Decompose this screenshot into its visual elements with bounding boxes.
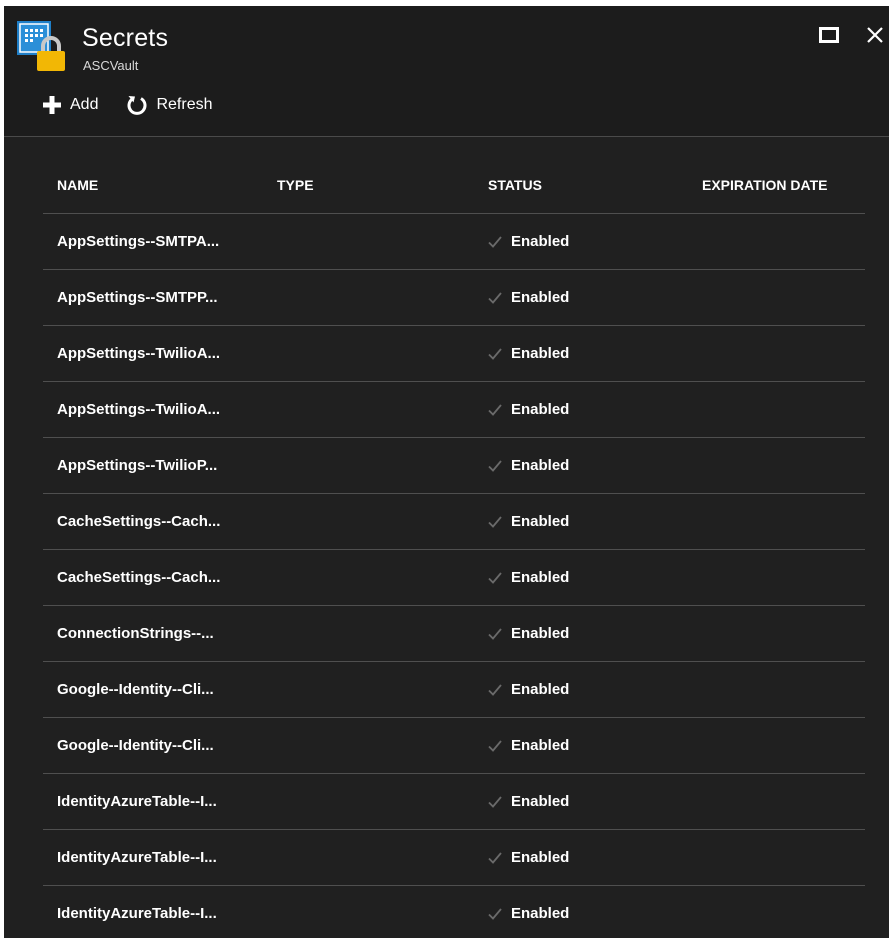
column-header-expiration-date[interactable]: EXPIRATION DATE xyxy=(702,177,865,193)
status-label: Enabled xyxy=(511,681,570,698)
close-button[interactable] xyxy=(862,24,888,50)
status-label: Enabled xyxy=(511,905,570,922)
table-row[interactable]: ConnectionStrings--... Enabled xyxy=(43,606,865,662)
secret-name: AppSettings--TwilioA... xyxy=(57,345,221,362)
secret-name: IdentityAzureTable--I... xyxy=(57,849,217,866)
column-header-type[interactable]: TYPE xyxy=(277,177,488,193)
table-row[interactable]: CacheSettings--Cach... Enabled xyxy=(43,550,865,606)
secret-name: AppSettings--TwilioP... xyxy=(57,457,218,474)
table-body: AppSettings--SMTPA... Enabled AppSettings-… xyxy=(43,214,865,938)
refresh-label: Refresh xyxy=(156,96,213,113)
blade-header: Secrets ASCVault Add Refresh xyxy=(4,6,889,137)
blade-title: Secrets xyxy=(82,24,169,52)
secret-name: ConnectionStrings--... xyxy=(57,625,214,642)
secret-status: Enabled xyxy=(488,625,702,642)
table-row[interactable]: AppSettings--TwilioA... Enabled xyxy=(43,382,865,438)
checkmark-icon xyxy=(488,683,502,696)
maximize-button[interactable] xyxy=(816,24,842,50)
column-header-status[interactable]: STATUS xyxy=(488,177,702,193)
status-label: Enabled xyxy=(511,793,570,810)
blade-subtitle: ASCVault xyxy=(83,58,139,73)
checkmark-icon xyxy=(488,907,502,920)
refresh-icon xyxy=(126,94,148,116)
secret-status: Enabled xyxy=(488,289,702,306)
table-row[interactable]: IdentityAzureTable--I... Enabled xyxy=(43,774,865,830)
status-label: Enabled xyxy=(511,233,570,250)
secret-status: Enabled xyxy=(488,457,702,474)
status-label: Enabled xyxy=(511,737,570,754)
secret-name: IdentityAzureTable--I... xyxy=(57,793,217,810)
table-row[interactable]: AppSettings--TwilioP... Enabled xyxy=(43,438,865,494)
column-header-name[interactable]: NAME xyxy=(43,177,277,193)
secrets-blade: Secrets ASCVault Add Refresh NAME TYPE S… xyxy=(4,6,889,938)
secret-name: AppSettings--SMTPA... xyxy=(57,233,220,250)
secret-status: Enabled xyxy=(488,793,702,810)
table-row[interactable]: IdentityAzureTable--I... Enabled xyxy=(43,886,865,938)
checkmark-icon xyxy=(488,403,502,416)
checkmark-icon xyxy=(488,515,502,528)
checkmark-icon xyxy=(488,347,502,360)
add-button[interactable]: Add xyxy=(42,95,98,115)
checkmark-icon xyxy=(488,739,502,752)
command-bar: Add Refresh xyxy=(42,94,241,116)
refresh-button[interactable]: Refresh xyxy=(126,94,213,116)
checkmark-icon xyxy=(488,235,502,248)
status-label: Enabled xyxy=(511,625,570,642)
secret-status: Enabled xyxy=(488,849,702,866)
secret-name: IdentityAzureTable--I... xyxy=(57,905,217,922)
status-label: Enabled xyxy=(511,569,570,586)
checkmark-icon xyxy=(488,459,502,472)
key-vault-icon xyxy=(17,21,65,71)
table-row[interactable]: AppSettings--SMTPA... Enabled xyxy=(43,214,865,270)
table-row[interactable]: Google--Identity--Cli... Enabled xyxy=(43,718,865,774)
secret-status: Enabled xyxy=(488,401,702,418)
secret-name: AppSettings--SMTPP... xyxy=(57,289,218,306)
table-row[interactable]: IdentityAzureTable--I... Enabled xyxy=(43,830,865,886)
status-label: Enabled xyxy=(511,289,570,306)
secret-name: Google--Identity--Cli... xyxy=(57,681,214,698)
secret-name: Google--Identity--Cli... xyxy=(57,737,214,754)
add-label: Add xyxy=(70,96,99,113)
secret-status: Enabled xyxy=(488,681,702,698)
secret-status: Enabled xyxy=(488,233,702,250)
secret-status: Enabled xyxy=(488,737,702,754)
secret-status: Enabled xyxy=(488,513,702,530)
table-row[interactable]: AppSettings--SMTPP... Enabled xyxy=(43,270,865,326)
checkmark-icon xyxy=(488,851,502,864)
table-row[interactable]: Google--Identity--Cli... Enabled xyxy=(43,662,865,718)
secret-status: Enabled xyxy=(488,569,702,586)
checkmark-icon xyxy=(488,571,502,584)
status-label: Enabled xyxy=(511,345,570,362)
close-icon xyxy=(866,26,884,49)
secret-name: CacheSettings--Cach... xyxy=(57,513,221,530)
status-label: Enabled xyxy=(511,401,570,418)
secret-name: CacheSettings--Cach... xyxy=(57,569,221,586)
secrets-table: NAME TYPE STATUS EXPIRATION DATE AppSett… xyxy=(43,156,865,938)
table-header-row: NAME TYPE STATUS EXPIRATION DATE xyxy=(43,156,865,214)
checkmark-icon xyxy=(488,795,502,808)
status-label: Enabled xyxy=(511,457,570,474)
secret-status: Enabled xyxy=(488,905,702,922)
secret-status: Enabled xyxy=(488,345,702,362)
secret-name: AppSettings--TwilioA... xyxy=(57,401,221,418)
table-row[interactable]: AppSettings--TwilioA... Enabled xyxy=(43,326,865,382)
maximize-icon xyxy=(819,26,839,48)
status-label: Enabled xyxy=(511,849,570,866)
checkmark-icon xyxy=(488,291,502,304)
status-label: Enabled xyxy=(511,513,570,530)
plus-icon xyxy=(42,95,62,115)
checkmark-icon xyxy=(488,627,502,640)
table-row[interactable]: CacheSettings--Cach... Enabled xyxy=(43,494,865,550)
